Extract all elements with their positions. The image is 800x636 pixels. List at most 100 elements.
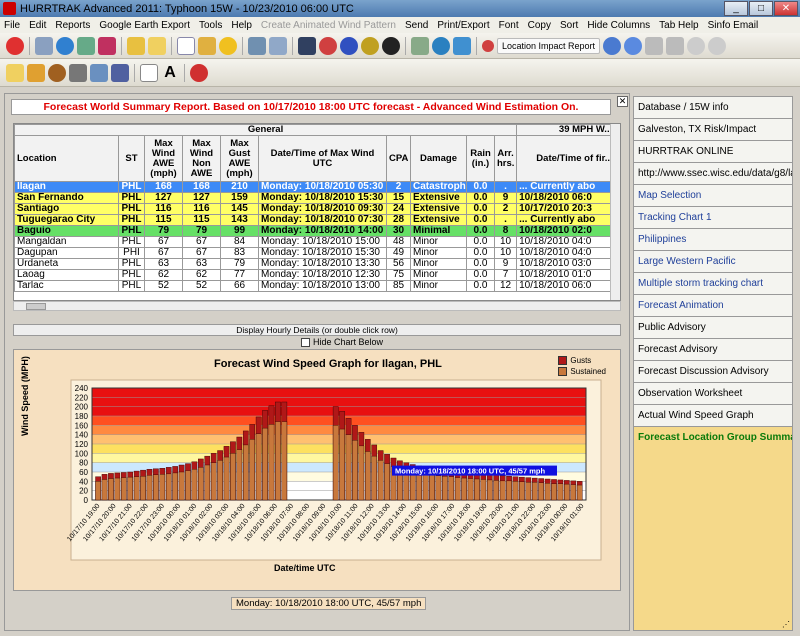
col-max-wind-time[interactable]: Date/Time of Max Wind UTC xyxy=(258,135,387,182)
printer-icon[interactable] xyxy=(69,63,87,82)
sidebar-tab-galveston-tx-risk-impact[interactable]: Galveston, TX Risk/Impact xyxy=(634,119,792,141)
col-first-wind-time[interactable]: Date/Time of fir... UTC xyxy=(516,135,620,182)
checkbox-box[interactable] xyxy=(301,337,310,347)
sidebar-tab-actual-wind-speed-graph[interactable]: Actual Wind Speed Graph xyxy=(634,405,792,427)
col-max-gust-awe[interactable]: Max Gust AWE (mph) xyxy=(220,135,259,182)
copy-icon[interactable] xyxy=(90,63,108,82)
storm-icon[interactable] xyxy=(361,36,379,55)
resize-grip-icon[interactable]: ⋰ xyxy=(782,620,790,629)
sidebar-tab-database-15w-info[interactable]: Database / 15W info xyxy=(634,97,792,119)
table-row[interactable]: Santiago PHL 116 116 145 Monday: 10/18/2010 0… xyxy=(14,203,620,215)
save-icon[interactable] xyxy=(111,63,129,82)
sidebar-tab-observation-worksheet[interactable]: Observation Worksheet xyxy=(634,383,792,405)
maximize-button[interactable]: □ xyxy=(749,1,773,16)
close-window-button[interactable]: ✕ xyxy=(774,1,798,16)
edit-icon[interactable] xyxy=(6,63,24,82)
sidebar-tab-philippines[interactable]: Philippines xyxy=(634,229,792,251)
table-row[interactable]: Laoag PHL 62 62 77 Monday: 10/18/2010 12:30 75… xyxy=(14,269,620,281)
col-damage[interactable]: Damage xyxy=(410,135,467,182)
sidebar-tab-map-selection[interactable]: Map Selection xyxy=(634,185,792,207)
display-hourly-details-button[interactable]: Display Hourly Details (or double click … xyxy=(13,324,621,336)
sidebar-tab-hurrtrak-online[interactable]: HURRTRAK ONLINE xyxy=(634,141,792,163)
menu-edit[interactable]: Edit xyxy=(29,20,46,31)
globe-icon[interactable] xyxy=(56,36,74,55)
table-row[interactable]: Tarlac PHL 52 52 66 Monday: 10/18/2010 13:00 8… xyxy=(14,280,620,292)
sidebar-tab-forecast-advisory[interactable]: Forecast Advisory xyxy=(634,339,792,361)
table-row[interactable]: Baguio PHL 79 79 99 Monday: 10/18/2010 14:00 3… xyxy=(14,225,620,237)
spiral-icon[interactable] xyxy=(382,36,400,55)
earth-icon[interactable] xyxy=(340,36,358,55)
sidebar-tab-forecast-discussion-advisory[interactable]: Forecast Discussion Advisory xyxy=(634,361,792,383)
document-icon[interactable] xyxy=(177,36,195,55)
table-row[interactable]: Urdaneta PHL 63 63 79 Monday: 10/18/2010 13:3… xyxy=(14,258,620,270)
menu-copy[interactable]: Copy xyxy=(528,20,551,31)
zoom-out-icon[interactable] xyxy=(666,36,685,55)
font-icon[interactable]: A xyxy=(161,64,179,82)
col-arrival-hours[interactable]: Arr. hrs. xyxy=(493,135,518,182)
close-report-icon[interactable]: ✕ xyxy=(617,96,628,107)
col-rain[interactable]: Rain (in.) xyxy=(466,135,495,182)
menu-reports[interactable]: Reports xyxy=(55,20,90,31)
person-icon[interactable] xyxy=(48,63,66,82)
help-dropdown-icon[interactable] xyxy=(603,36,622,55)
col-max-wind-non-awe[interactable]: Max Wind Non AWE xyxy=(182,135,221,182)
open-folder-icon[interactable] xyxy=(127,36,145,55)
menu-font[interactable]: Font xyxy=(499,20,519,31)
table-row[interactable]: San Fernando PHL 127 127 159 Monday: 10/18/20… xyxy=(14,192,620,204)
query-dropdown-icon[interactable] xyxy=(624,36,643,55)
col-cpa[interactable]: CPA xyxy=(386,135,411,182)
satellite-icon[interactable] xyxy=(298,36,316,55)
zoom-in-icon[interactable] xyxy=(645,36,664,55)
sidebar-tab-large-western-pacific[interactable]: Large Western Pacific xyxy=(634,251,792,273)
menu-hide-columns[interactable]: Hide Columns xyxy=(587,20,650,31)
location-impact-report-dropdown[interactable]: Location Impact Report xyxy=(497,37,601,54)
sidebar-tab-forecast-location-group-summary[interactable]: Forecast Location Group Summary xyxy=(634,427,792,449)
menu-sort[interactable]: Sort xyxy=(560,20,578,31)
grid-horizontal-scrollbar[interactable] xyxy=(13,301,621,311)
sidebar-tab-public-advisory[interactable]: Public Advisory xyxy=(634,317,792,339)
menu-tab-help[interactable]: Tab Help xyxy=(659,20,698,31)
menu-sinfo-email[interactable]: Sinfo Email xyxy=(708,20,759,31)
minimize-button[interactable]: _ xyxy=(724,1,748,16)
menu-send[interactable]: Send xyxy=(405,20,428,31)
globe-arrow-icon[interactable] xyxy=(432,36,450,55)
legend-gusts: Gusts xyxy=(570,356,592,365)
sidebar-tab-forecast-animation[interactable]: Forecast Animation xyxy=(634,295,792,317)
window-icon[interactable] xyxy=(35,36,53,55)
menu-file[interactable]: File xyxy=(4,20,20,31)
table-cell: 28 xyxy=(386,214,411,226)
table-row[interactable]: Mangaldan PHL 67 67 84 Monday: 10/18/2010 15:… xyxy=(14,236,620,248)
menu-google-earth-export[interactable]: Google Earth Export xyxy=(99,20,190,31)
grid-vertical-scrollbar[interactable] xyxy=(610,124,620,300)
network-icon[interactable] xyxy=(248,36,266,55)
hide-chart-checkbox[interactable]: Hide Chart Below xyxy=(301,337,383,347)
table-row[interactable]: Tuguegarao City PHL 115 115 143 Monday: 10/18… xyxy=(14,214,620,226)
tools-icon[interactable] xyxy=(411,36,429,55)
import-icon[interactable] xyxy=(27,63,45,82)
sidebar-tab-http-www-ssec-wisc-edu-data-g8-lat[interactable]: http://www.ssec.wisc.edu/data/g8/lat xyxy=(634,163,792,185)
menu-print-export[interactable]: Print/Export xyxy=(437,20,489,31)
computers-icon[interactable] xyxy=(269,36,287,55)
folder-icon[interactable] xyxy=(148,36,166,55)
table-cell: 63 xyxy=(182,258,221,270)
table-row[interactable]: Dagupan PHI 67 67 83 Monday: 10/18/2010 15:30… xyxy=(14,247,620,259)
scroll-thumb[interactable] xyxy=(26,303,46,310)
col-state[interactable]: ST xyxy=(118,135,145,182)
sidebar-tab-tracking-chart-1[interactable]: Tracking Chart 1 xyxy=(634,207,792,229)
sun-icon[interactable] xyxy=(219,36,237,55)
table-row[interactable]: Ilagan PHL 168 168 210 Monday: 10/18/2010 05:… xyxy=(14,181,620,193)
help-icon[interactable] xyxy=(190,63,208,82)
page-icon[interactable] xyxy=(140,63,158,82)
wind-icon[interactable] xyxy=(453,36,471,55)
sidebar-tab-multiple-storm-tracking-chart[interactable]: Multiple storm tracking chart xyxy=(634,273,792,295)
col-max-wind-awe[interactable]: Max Wind AWE (mph) xyxy=(144,135,183,182)
refresh-icon[interactable] xyxy=(98,36,116,55)
col-location[interactable]: Location xyxy=(14,135,119,182)
monitor-icon[interactable] xyxy=(77,36,95,55)
house-icon[interactable] xyxy=(198,36,216,55)
menu-tools[interactable]: Tools xyxy=(199,20,222,31)
stop-icon[interactable] xyxy=(6,36,24,55)
menu-help[interactable]: Help xyxy=(231,20,252,31)
table-cell: 0.0 xyxy=(466,236,495,248)
hurricane-icon[interactable] xyxy=(319,36,337,55)
